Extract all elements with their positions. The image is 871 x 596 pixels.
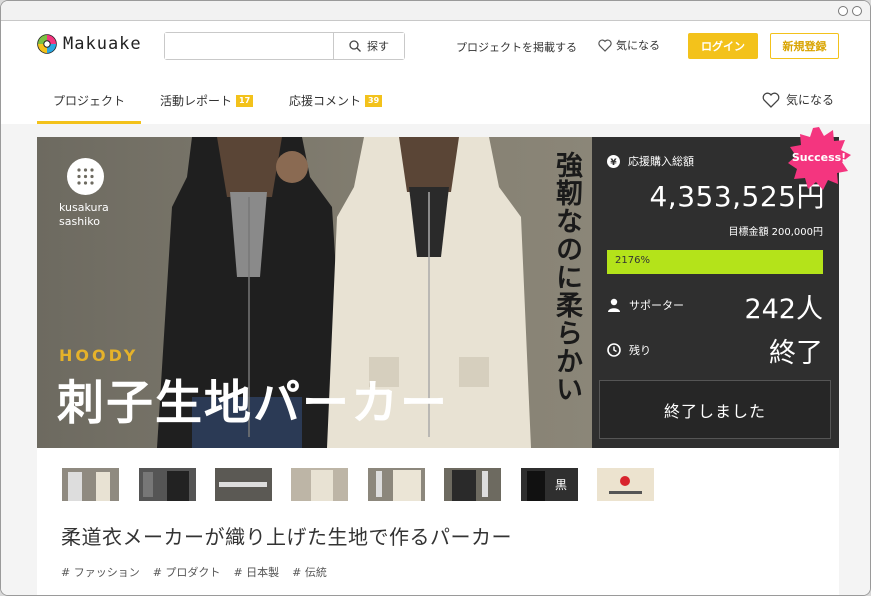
thumbnail-image [311,470,333,501]
thumbnail-image [376,470,421,501]
thumbnail-7[interactable]: 黒 [521,468,578,501]
brand-logo [67,158,104,195]
search-icon [349,40,361,52]
heart-icon [762,92,780,108]
tab-project[interactable]: プロジェクト [37,79,141,124]
thumbnail-8[interactable] [597,468,654,501]
hoody-label: HOODY [59,346,139,365]
tab-label: 活動レポート [160,94,233,108]
goal-amount: 目標金額 200,000円 [728,227,823,238]
logo-text: Makuake [63,34,142,54]
makuake-logo[interactable]: Makuake [37,34,142,54]
thumbnail-image [68,472,110,501]
success-badge: Success! [785,125,853,193]
progress-bar: 2176% [607,250,823,274]
supporters-count: 242人 [744,294,823,325]
search-button-label: 探す [367,40,389,53]
thumbnail-image: 黒 [527,471,567,501]
clock-icon [607,343,621,357]
window-minimize-icon[interactable] [838,6,848,16]
header-favorite-link[interactable]: 気になる [598,37,660,53]
count-badge: 17 [236,95,254,107]
supporters-row: サポーター [607,297,684,313]
project-title: 柔道衣メーカーが織り上げた生地で作るパーカー [61,525,512,549]
vertical-catchcopy: 強靭なのに柔らかい [551,151,582,403]
thumbnail-6[interactable] [444,468,501,501]
browser-window: Makuake 探す プロジェクトを掲載する 気になる ログイン 新規登録 プロ… [0,0,871,596]
window-titlebar [1,1,870,21]
tag-link[interactable]: # プロダクト [153,564,221,580]
yen-icon: ¥ [607,154,620,168]
site-header: Makuake 探す プロジェクトを掲載する 気になる ログイン 新規登録 [1,21,870,69]
header-favorite-label: 気になる [616,39,660,52]
svg-text:黒: 黒 [555,478,567,492]
window-close-icon[interactable] [852,6,862,16]
tab-activity-report[interactable]: 活動レポート 17 [160,79,254,124]
thumbnail-image [143,471,189,501]
tab-label: 応援コメント [289,94,362,108]
register-button[interactable]: 新規登録 [770,33,839,59]
thumbnail-4[interactable] [291,468,348,501]
tab-support-comments[interactable]: 応援コメント 39 [289,79,383,124]
total-amount-label: 応援購入総額 [628,155,694,168]
user-icon [608,298,620,312]
supporters-label: サポーター [629,299,684,312]
favorite-button[interactable]: 気になる [762,91,834,108]
thumbnail-image [609,476,642,494]
remaining-row: 残り [607,342,651,358]
sashiko-pattern-icon [77,168,94,185]
progress-percent: 2176% [615,255,650,266]
post-project-link[interactable]: プロジェクトを掲載する [456,39,577,55]
search-box: 探す [164,32,405,60]
thumbnail-image [452,470,488,501]
remaining-value: 終了 [769,338,823,369]
total-amount-row: ¥ 応援購入総額 [607,153,694,169]
makuake-logo-icon [37,34,57,54]
search-input[interactable] [165,33,333,59]
search-button[interactable]: 探す [333,33,404,59]
project-tabs: プロジェクト 活動レポート 17 応援コメント 39 気になる [1,79,870,124]
thumbnail-2[interactable] [139,468,196,501]
svg-text:¥: ¥ [610,158,617,168]
hero-image[interactable]: kusakura sashiko 強靭なのに柔らかい HOODY 刺子生地パーカ… [37,137,592,448]
success-text: Success! [791,151,847,164]
thumbnail-5[interactable] [368,468,425,501]
hero-title: 刺子生地パーカー [57,376,449,431]
count-badge: 39 [365,95,383,107]
remaining-label: 残り [629,344,651,357]
heart-icon [598,38,612,52]
ended-button[interactable]: 終了しました [599,380,831,439]
brand-name: kusakura sashiko [59,201,109,228]
tag-list: # ファッション # プロダクト # 日本製 # 伝統 [61,564,327,580]
thumbnail-1[interactable] [62,468,119,501]
thumbnail-image [215,468,272,501]
project-content: 黒 柔道衣メーカーが織り上げた生地で作るパーカー # ファッション # プロダク… [37,448,839,595]
tag-link[interactable]: # ファッション [61,564,140,580]
login-button[interactable]: ログイン [688,33,758,59]
thumbnail-3[interactable] [215,468,272,501]
tag-link[interactable]: # 日本製 [233,564,279,580]
favorite-label: 気になる [785,93,834,107]
tab-label: プロジェクト [53,94,126,108]
tag-link[interactable]: # 伝統 [292,564,327,580]
